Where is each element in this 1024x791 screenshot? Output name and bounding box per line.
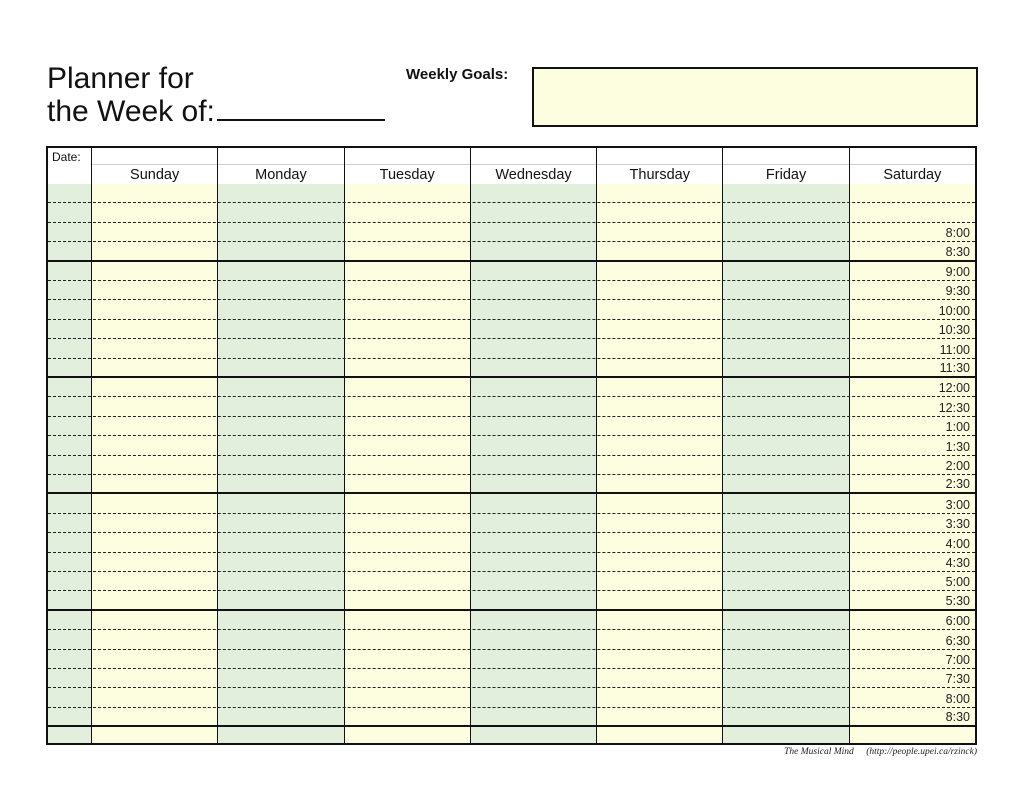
page-title: Planner for the Week of: (47, 63, 385, 128)
day-header-saturday: Saturday (848, 148, 975, 184)
time-label: 12:00 (938, 381, 970, 396)
time-slot-row[interactable]: 12:30 (48, 397, 975, 417)
time-label: 6:30 (945, 633, 970, 648)
day-header-tuesday: Tuesday (343, 148, 470, 184)
time-slot-row[interactable]: 8:00 (48, 223, 975, 243)
time-slot-row[interactable] (48, 184, 975, 204)
time-slot-row[interactable]: 1:00 (48, 417, 975, 437)
weekly-planner-grid: Date: Sunday Monday Tuesday Wednesday Thursd… (46, 146, 977, 745)
time-slot-row[interactable]: 2:30 (48, 475, 975, 495)
time-label: 4:30 (945, 555, 970, 570)
day-header-wednesday: Wednesday (469, 148, 596, 184)
time-slot-row[interactable]: 7:30 (48, 669, 975, 689)
time-slot-row[interactable] (48, 727, 975, 743)
time-slot-row[interactable]: 8:30 (48, 242, 975, 262)
day-name: Wednesday (495, 167, 572, 183)
grid-body: 8:00 8:30 9:00 9:30 10:00 10:30 11:00 11:30 12:0… (48, 184, 975, 743)
time-label: 2:00 (945, 458, 970, 473)
day-name: Friday (765, 167, 807, 183)
time-label: 9:00 (945, 264, 970, 279)
time-slot-row[interactable]: 11:30 (48, 359, 975, 378)
time-slot-row[interactable]: 2:00 (48, 456, 975, 475)
time-slot-row[interactable]: 3:00 (48, 494, 975, 514)
footer-credit: The Musical Mind (http://people.upei.ca/… (784, 747, 977, 757)
time-label: 3:00 (945, 497, 970, 512)
time-slot-row[interactable]: 6:30 (48, 630, 975, 650)
title-line-2: the Week of: (47, 95, 215, 128)
day-name: Sunday (130, 167, 180, 183)
time-label: 1:00 (945, 420, 970, 435)
day-name: Tuesday (379, 167, 435, 183)
time-slot-row[interactable]: 4:00 (48, 533, 975, 553)
time-label: 4:00 (945, 536, 970, 551)
time-slot-row[interactable]: 10:00 (48, 300, 975, 320)
time-slot-row[interactable]: 7:00 (48, 650, 975, 669)
grid-header: Date: Sunday Monday Tuesday Wednesday Thursd… (48, 148, 975, 186)
time-slot-row[interactable]: 5:30 (48, 591, 975, 611)
time-label: 10:00 (938, 303, 970, 318)
time-label: 5:00 (945, 575, 970, 590)
time-slot-row[interactable]: 9:00 (48, 262, 975, 281)
time-label: 7:30 (945, 672, 970, 687)
footer-brand: The Musical Mind (784, 747, 854, 757)
time-slot-row[interactable]: 6:00 (48, 611, 975, 631)
time-label: 1:30 (945, 439, 970, 454)
day-header-thursday: Thursday (596, 148, 722, 184)
time-label: 11:30 (939, 360, 970, 375)
time-slot-row[interactable]: 1:30 (48, 436, 975, 456)
weekly-goals-label: Weekly Goals: (406, 66, 509, 83)
time-slot-row[interactable]: 11:00 (48, 339, 975, 359)
time-label: 11:00 (939, 342, 970, 357)
time-label: 12:30 (938, 400, 970, 415)
time-slot-row[interactable] (48, 203, 975, 223)
time-slot-row[interactable]: 12:00 (48, 378, 975, 398)
day-header-monday: Monday (217, 148, 343, 184)
time-label: 8:00 (945, 691, 970, 706)
day-name: Monday (255, 167, 307, 183)
time-label: 10:30 (938, 323, 970, 338)
time-slot-row[interactable]: 4:30 (48, 553, 975, 572)
time-slot-row[interactable]: 8:00 (48, 688, 975, 708)
title-line-1: Planner for (47, 62, 194, 95)
time-slot-row[interactable]: 3:30 (48, 514, 975, 534)
time-label: 8:00 (945, 226, 970, 241)
day-name: Saturday (883, 167, 942, 183)
time-label: 5:30 (945, 593, 970, 608)
time-label: 8:30 (945, 244, 970, 259)
time-slot-row[interactable]: 9:30 (48, 281, 975, 301)
day-header-sunday: Sunday (91, 148, 217, 184)
footer-url: (http://people.upei.ca/rzinck) (866, 747, 977, 757)
time-label: 2:30 (945, 477, 970, 492)
weekly-goals-field[interactable] (532, 67, 978, 127)
time-label: 7:00 (945, 652, 970, 667)
time-label: 8:30 (945, 710, 970, 725)
time-slot-row[interactable]: 5:00 (48, 572, 975, 592)
day-header-friday: Friday (722, 148, 848, 184)
time-label: 9:30 (945, 284, 970, 299)
date-label: Date: (52, 150, 81, 164)
time-label: 3:30 (945, 517, 970, 532)
time-label: 6:00 (945, 614, 970, 629)
time-slot-row[interactable]: 8:30 (48, 708, 975, 728)
week-of-field[interactable] (216, 95, 385, 121)
time-slot-row[interactable]: 10:30 (48, 320, 975, 340)
day-name: Thursday (629, 167, 690, 183)
